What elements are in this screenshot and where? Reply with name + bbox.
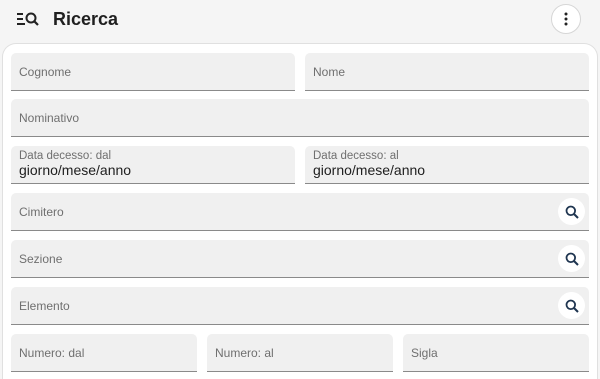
- numero-al-field[interactable]: Numero: al: [207, 334, 393, 372]
- sezione-field[interactable]: Sezione: [11, 240, 589, 278]
- cognome-label: Cognome: [19, 65, 72, 79]
- filter-search-icon[interactable]: [17, 10, 39, 28]
- cimitero-field[interactable]: Cimitero: [11, 193, 589, 231]
- data-decesso-dal-value: giorno/mese/anno: [19, 162, 132, 178]
- data-decesso-dal-field[interactable]: Data decesso: dal giorno/mese/anno: [11, 146, 295, 184]
- data-decesso-dal-label: Data decesso: dal: [19, 150, 112, 162]
- sigla-field[interactable]: Sigla: [403, 334, 589, 372]
- nominativo-field[interactable]: Nominativo: [11, 99, 589, 137]
- app-bar: Ricerca: [0, 0, 600, 42]
- cimitero-search-button[interactable]: [558, 198, 585, 225]
- elemento-label: Elemento: [19, 299, 70, 313]
- data-decesso-al-label: Data decesso: al: [313, 150, 399, 162]
- elemento-search-button[interactable]: [558, 292, 585, 319]
- search-icon: [565, 205, 579, 219]
- cognome-field[interactable]: Cognome: [11, 53, 295, 91]
- nome-label: Nome: [313, 65, 346, 79]
- more-options-button[interactable]: [551, 4, 581, 34]
- page-title: Ricerca: [53, 9, 119, 29]
- elemento-field[interactable]: Elemento: [11, 287, 589, 325]
- search-icon: [565, 252, 579, 266]
- cimitero-label: Cimitero: [19, 205, 64, 219]
- search-icon: [565, 299, 579, 313]
- numero-dal-field[interactable]: Numero: dal: [11, 334, 197, 372]
- data-decesso-al-value: giorno/mese/anno: [313, 162, 426, 178]
- numero-al-label: Numero: al: [215, 346, 274, 360]
- sezione-search-button[interactable]: [558, 245, 585, 272]
- more-vert-icon: [564, 12, 568, 26]
- sigla-label: Sigla: [411, 346, 438, 360]
- nominativo-label: Nominativo: [19, 111, 80, 125]
- data-decesso-al-field[interactable]: Data decesso: al giorno/mese/anno: [305, 146, 589, 184]
- sezione-label: Sezione: [19, 252, 63, 266]
- nome-field[interactable]: Nome: [305, 53, 589, 91]
- numero-dal-label: Numero: dal: [19, 346, 85, 360]
